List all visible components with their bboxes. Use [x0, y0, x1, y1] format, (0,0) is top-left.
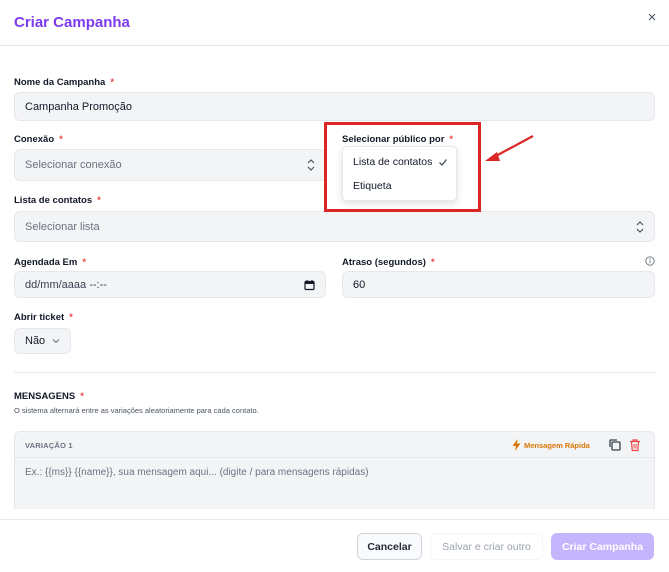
cancel-button[interactable]: Cancelar	[357, 533, 422, 560]
messages-description: O sistema alternará entre as variações a…	[14, 406, 259, 415]
contact-list-label: Lista de contatos *	[14, 195, 101, 206]
trash-icon[interactable]	[628, 438, 642, 452]
contact-list-select[interactable]: Selecionar lista	[14, 211, 655, 242]
variation-message-input[interactable]: Ex.: {{ms}} {{name}}, sua mensagem aqui.…	[25, 467, 369, 478]
connection-label: Conexão *	[14, 134, 63, 145]
campaign-name-input[interactable]: Campanha Promoção	[14, 92, 655, 121]
chevron-down-icon	[52, 339, 60, 344]
scheduled-at-input[interactable]: dd/mm/aaaa --:--	[14, 271, 326, 298]
calendar-icon[interactable]	[304, 279, 315, 290]
lightning-icon	[512, 439, 521, 451]
campaign-name-label: Nome da Campanha *	[14, 77, 115, 88]
delay-label: Atraso (segundos) *	[342, 257, 435, 268]
save-create-other-button[interactable]: Salvar e criar outro	[430, 533, 543, 560]
scheduled-at-label: Agendada Em *	[14, 257, 87, 268]
open-ticket-select[interactable]: Não	[14, 328, 71, 354]
quick-message-button[interactable]: Mensagem Rápida	[512, 438, 590, 452]
variation-card: VARIAÇÃO 1 Mensagem Rápida Ex.: {{ms}} {…	[14, 431, 655, 509]
delay-input[interactable]: 60	[342, 271, 655, 298]
dialog-title: Criar Campanha	[14, 14, 130, 31]
updown-chevron-icon	[636, 220, 644, 233]
messages-heading: MENSAGENS *	[14, 391, 84, 402]
section-divider	[14, 372, 655, 373]
dialog-header: Criar Campanha ×	[0, 0, 669, 46]
copy-icon[interactable]	[608, 438, 622, 452]
connection-select[interactable]: Selecionar conexão	[14, 149, 326, 181]
variation-header: VARIAÇÃO 1 Mensagem Rápida	[15, 432, 654, 458]
info-icon[interactable]	[645, 256, 655, 266]
highlight-box	[324, 122, 481, 212]
close-icon[interactable]: ×	[644, 10, 660, 26]
variation-title: VARIAÇÃO 1	[25, 441, 73, 450]
arrow-annotation	[485, 135, 534, 161]
updown-chevron-icon	[307, 159, 315, 171]
dialog-footer: Cancelar Salvar e criar outro Criar Camp…	[0, 519, 669, 572]
open-ticket-label: Abrir ticket *	[14, 312, 73, 323]
create-campaign-button[interactable]: Criar Campanha	[551, 533, 654, 560]
